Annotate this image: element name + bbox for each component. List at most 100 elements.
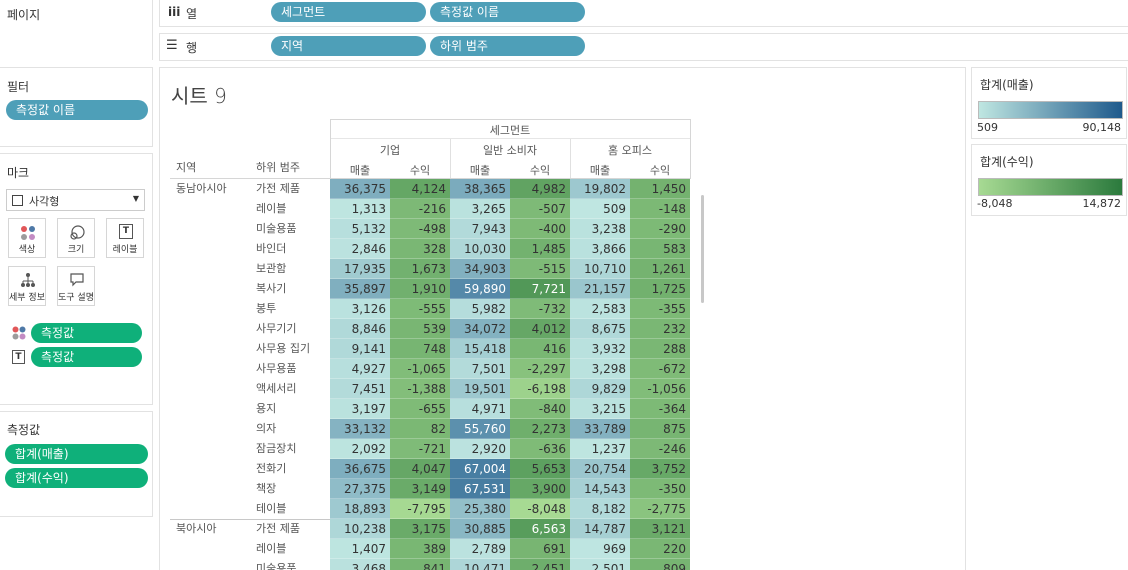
table-cell: 3,121	[630, 519, 690, 539]
table-cell: 1,485	[510, 239, 570, 259]
table-cell: 4,982	[510, 179, 570, 199]
measure-values-title: 측정값	[7, 423, 41, 437]
table-cell: 3,238	[570, 219, 630, 239]
subcategory-label: 잠금장치	[256, 442, 297, 455]
table-cell: 5,982	[450, 299, 510, 319]
table-cell: 3,468	[330, 559, 390, 570]
table-cell: -2,297	[510, 359, 570, 379]
subcategory-label: 바인더	[256, 242, 287, 255]
filters-card: 필터 측정값 이름	[0, 67, 153, 147]
table-cell: -355	[630, 299, 690, 319]
tooltip-button[interactable]: 도구 설명	[57, 266, 95, 306]
label-encoding-icon: T	[12, 350, 25, 364]
columns-icon: iii	[168, 5, 181, 19]
filter-pill-measure-names[interactable]: 측정값 이름	[6, 100, 148, 120]
table-cell: -1,056	[630, 379, 690, 399]
table-cell: 1,407	[330, 539, 390, 559]
table-cell: 36,375	[330, 179, 390, 199]
measure-label: 매출	[589, 164, 611, 177]
table-cell: 5,653	[510, 459, 570, 479]
table-cell: 841	[390, 559, 450, 570]
table-cell: 3,866	[570, 239, 630, 259]
table-cell: 30,885	[450, 519, 510, 539]
table-cell: -498	[390, 219, 450, 239]
table-cell: 3,126	[330, 299, 390, 319]
subcategory-label: 레이블	[256, 202, 287, 215]
rows-pill-subcategory[interactable]: 하위 범주	[430, 36, 585, 56]
table-cell: -8,048	[510, 499, 570, 519]
table-cell: 33,132	[330, 419, 390, 439]
table-cell: -1,388	[390, 379, 450, 399]
table-cell: -655	[390, 399, 450, 419]
header-line-top	[330, 119, 690, 120]
label-button[interactable]: T 레이블	[106, 218, 144, 258]
table-cell: 7,501	[450, 359, 510, 379]
color-button[interactable]: 색상	[8, 218, 46, 258]
table-cell: -732	[510, 299, 570, 319]
table-cell: 1,450	[630, 179, 690, 199]
measure-pill-sales[interactable]: 합계(매출)	[5, 444, 148, 464]
measure-values-card: 측정값 합계(매출) 합계(수익)	[0, 411, 153, 517]
table-cell: 34,072	[450, 319, 510, 339]
detail-button-label: 세부 정보	[9, 293, 45, 303]
sales-legend-min: 509	[977, 121, 998, 134]
columns-pill-measure-names[interactable]: 측정값 이름	[430, 2, 585, 22]
table-cell: -246	[630, 439, 690, 459]
measure-label: 수익	[529, 164, 551, 177]
sales-gradient-bar	[978, 101, 1123, 119]
subcategory-label: 의자	[256, 422, 277, 435]
detail-button[interactable]: 세부 정보	[8, 266, 46, 306]
table-cell: 55,760	[450, 419, 510, 439]
table-cell: 25,380	[450, 499, 510, 519]
table-cell: 10,238	[330, 519, 390, 539]
segment-header: 세그먼트	[489, 124, 531, 137]
size-button-label: 크기	[67, 245, 85, 255]
table-cell: 3,298	[570, 359, 630, 379]
segment-label: 기업	[379, 144, 401, 157]
table-cell: 19,501	[450, 379, 510, 399]
columns-shelf[interactable]: iii 열 세그먼트 측정값 이름	[159, 0, 1128, 27]
sales-legend-title: 합계(매출)	[980, 78, 1034, 92]
measure-label: 수익	[649, 164, 671, 177]
table-cell: 14,787	[570, 519, 630, 539]
subcategory-label: 봉투	[256, 302, 277, 315]
mark-type-dropdown[interactable]: 사각형 ▼	[6, 189, 145, 211]
table-cell: 10,471	[450, 559, 510, 570]
profit-gradient-bar	[978, 178, 1123, 196]
table-cell: 33,789	[570, 419, 630, 439]
table-cell: 416	[510, 339, 570, 359]
marks-color-pill[interactable]: 측정값	[31, 323, 142, 343]
table-cell: -216	[390, 199, 450, 219]
subcategory-label: 액세서리	[256, 382, 297, 395]
table-cell: 4,012	[510, 319, 570, 339]
table-cell: 9,141	[330, 339, 390, 359]
rows-pill-region[interactable]: 지역	[271, 36, 426, 56]
table-cell: 328	[390, 239, 450, 259]
header-line-mid	[330, 138, 690, 139]
table-cell: 2,583	[570, 299, 630, 319]
table-cell: 3,900	[510, 479, 570, 499]
subcategory-label: 용지	[256, 402, 277, 415]
table-cell: -840	[510, 399, 570, 419]
rows-icon: ☰	[166, 38, 178, 53]
table-cell: -507	[510, 199, 570, 219]
size-button[interactable]: 크기	[57, 218, 95, 258]
measure-pill-profit[interactable]: 합계(수익)	[5, 468, 148, 488]
table-cell: 3,752	[630, 459, 690, 479]
table-cell: 8,846	[330, 319, 390, 339]
rows-shelf[interactable]: ☰ 행 지역 하위 범주	[159, 33, 1128, 61]
subcategory-label: 테이블	[256, 502, 287, 515]
table-cell: 2,846	[330, 239, 390, 259]
segment-label: 일반 소비자	[482, 144, 538, 157]
table-cell: 9,829	[570, 379, 630, 399]
square-mark-icon	[12, 195, 23, 206]
table-cell: -400	[510, 219, 570, 239]
columns-pill-segment[interactable]: 세그먼트	[271, 2, 426, 22]
vertical-scrollbar[interactable]	[701, 195, 704, 303]
table-cell: 8,675	[570, 319, 630, 339]
subcategory-label: 사무용 집기	[256, 342, 311, 355]
table-cell: 1,261	[630, 259, 690, 279]
subcategory-label: 가전 제품	[256, 182, 300, 195]
marks-label-pill[interactable]: 측정값	[31, 347, 142, 367]
profit-legend-min: -8,048	[977, 197, 1013, 210]
